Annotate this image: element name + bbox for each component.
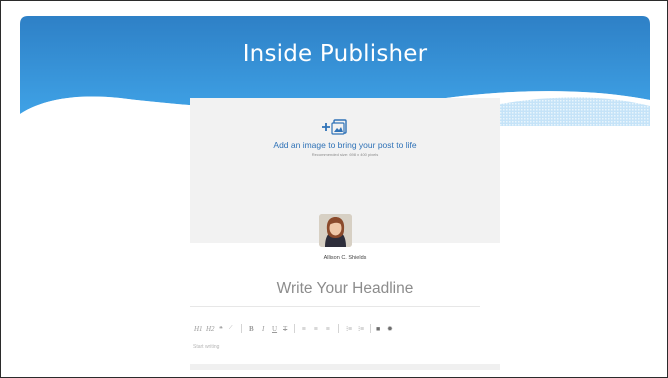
toolbar-separator bbox=[294, 324, 295, 333]
link-icon[interactable]: ⟋ bbox=[229, 323, 233, 335]
underline-button[interactable]: U bbox=[272, 323, 277, 335]
toolbar-separator bbox=[338, 324, 339, 333]
recommended-size-text: Recommended size: 698 x 400 pixels bbox=[311, 152, 379, 157]
quote-button[interactable]: ❝ bbox=[219, 323, 223, 335]
toolbar-separator bbox=[241, 324, 242, 333]
number-list-icon[interactable]: ⁝≡ bbox=[358, 323, 364, 335]
slide: Inside Publisher Add an image to bring y… bbox=[0, 0, 668, 378]
add-image-icon[interactable] bbox=[320, 117, 350, 137]
h1-button[interactable]: H1 bbox=[194, 323, 203, 335]
publisher-screenshot: Add an image to bring your post to life … bbox=[190, 98, 500, 370]
add-image-link[interactable]: Add an image to bring your post to life bbox=[190, 140, 500, 150]
divider bbox=[190, 306, 480, 307]
strikethrough-button[interactable]: T bbox=[283, 323, 287, 335]
author-name: Allison C. Shields bbox=[323, 255, 367, 261]
toolbar-separator bbox=[370, 324, 371, 333]
align-right-icon[interactable]: ≡ bbox=[326, 323, 330, 335]
h2-button[interactable]: H2 bbox=[206, 323, 215, 335]
body-input[interactable]: Start writing bbox=[193, 344, 219, 350]
slide-title: Inside Publisher bbox=[242, 41, 428, 67]
avatar bbox=[319, 214, 352, 247]
align-left-icon[interactable]: ≡ bbox=[302, 323, 306, 335]
headline-input[interactable]: Write Your Headline bbox=[190, 280, 500, 298]
align-center-icon[interactable]: ≡ bbox=[314, 323, 318, 335]
italic-button[interactable]: I bbox=[262, 323, 264, 335]
bottom-bar bbox=[190, 364, 500, 370]
gear-icon[interactable]: ✹ bbox=[387, 323, 393, 335]
bold-button[interactable]: B bbox=[249, 323, 254, 335]
formatting-toolbar: H1 H2 ❝ ⟋ B I U T ≡ ≡ ≡ ⁝≡ ⁝≡ ■ ✹ bbox=[190, 323, 500, 335]
bullet-list-icon[interactable]: ⁝≡ bbox=[346, 323, 352, 335]
camera-icon[interactable]: ■ bbox=[376, 323, 380, 335]
